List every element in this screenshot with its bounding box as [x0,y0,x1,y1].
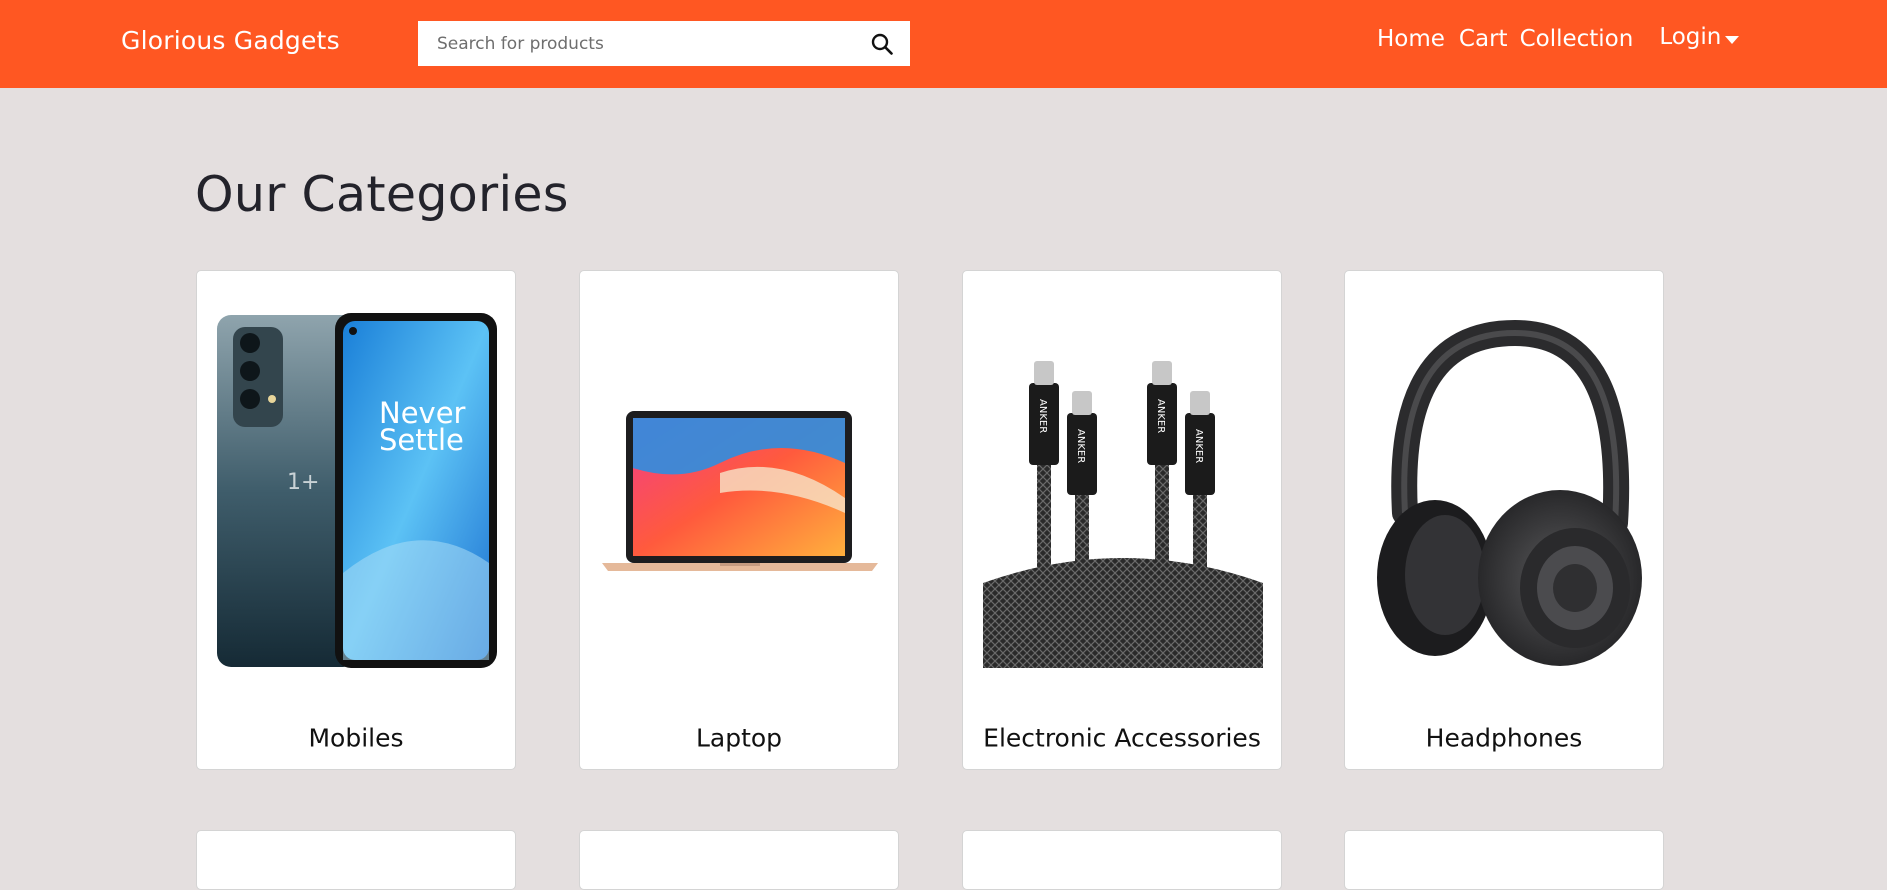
category-card-laptop[interactable]: Laptop [579,270,899,770]
laptop-image [602,411,878,571]
svg-text:ANKER: ANKER [1193,429,1204,463]
category-image: 1+ Never Settle [217,313,497,668]
category-card[interactable] [962,830,1282,890]
category-card-headphones[interactable]: Headphones [1344,270,1664,770]
nav-home-link[interactable]: Home [1377,26,1445,62]
search-button[interactable] [868,30,896,58]
search-bar [418,21,910,66]
headphones-image [1377,319,1642,666]
category-card[interactable] [196,830,516,890]
page-title: Our Categories [195,166,569,223]
nav-collection-link[interactable]: Collection [1520,26,1634,62]
svg-text:Settle: Settle [379,423,464,457]
nav-links: Home Cart Collection Login [1377,24,1751,62]
svg-text:ANKER: ANKER [1155,399,1166,433]
category-image [600,313,880,668]
brand-logo[interactable]: Glorious Gadgets [121,26,340,55]
login-dropdown[interactable]: Login [1659,24,1740,60]
usb-c-cables-image: ANKER ANKER ANKER ANKER [983,361,1263,668]
navbar: Glorious Gadgets Home Cart Collection Lo… [0,0,1887,88]
category-card[interactable] [579,830,899,890]
search-icon [871,33,893,55]
category-card-electronic-accessories[interactable]: ANKER ANKER ANKER ANKER Electronic Acces… [962,270,1282,770]
login-label: Login [1659,24,1722,50]
category-card[interactable] [1344,830,1664,890]
search-input[interactable] [418,21,848,66]
category-label: Laptop [695,723,783,753]
category-label: Mobiles [308,723,404,753]
category-image: ANKER ANKER ANKER ANKER [983,313,1263,668]
nav-cart-link[interactable]: Cart [1459,26,1508,62]
category-card-mobiles[interactable]: 1+ Never Settle Mobiles [196,270,516,770]
svg-text:ANKER: ANKER [1075,429,1086,463]
category-label: Electronic Accessories [983,723,1261,753]
category-label: Headphones [1425,723,1583,753]
svg-text:ANKER: ANKER [1037,399,1048,433]
category-image [1365,313,1645,668]
smartphone-image: 1+ Never Settle [217,313,497,668]
svg-text:1+: 1+ [287,470,319,495]
caret-down-icon [1725,36,1740,44]
